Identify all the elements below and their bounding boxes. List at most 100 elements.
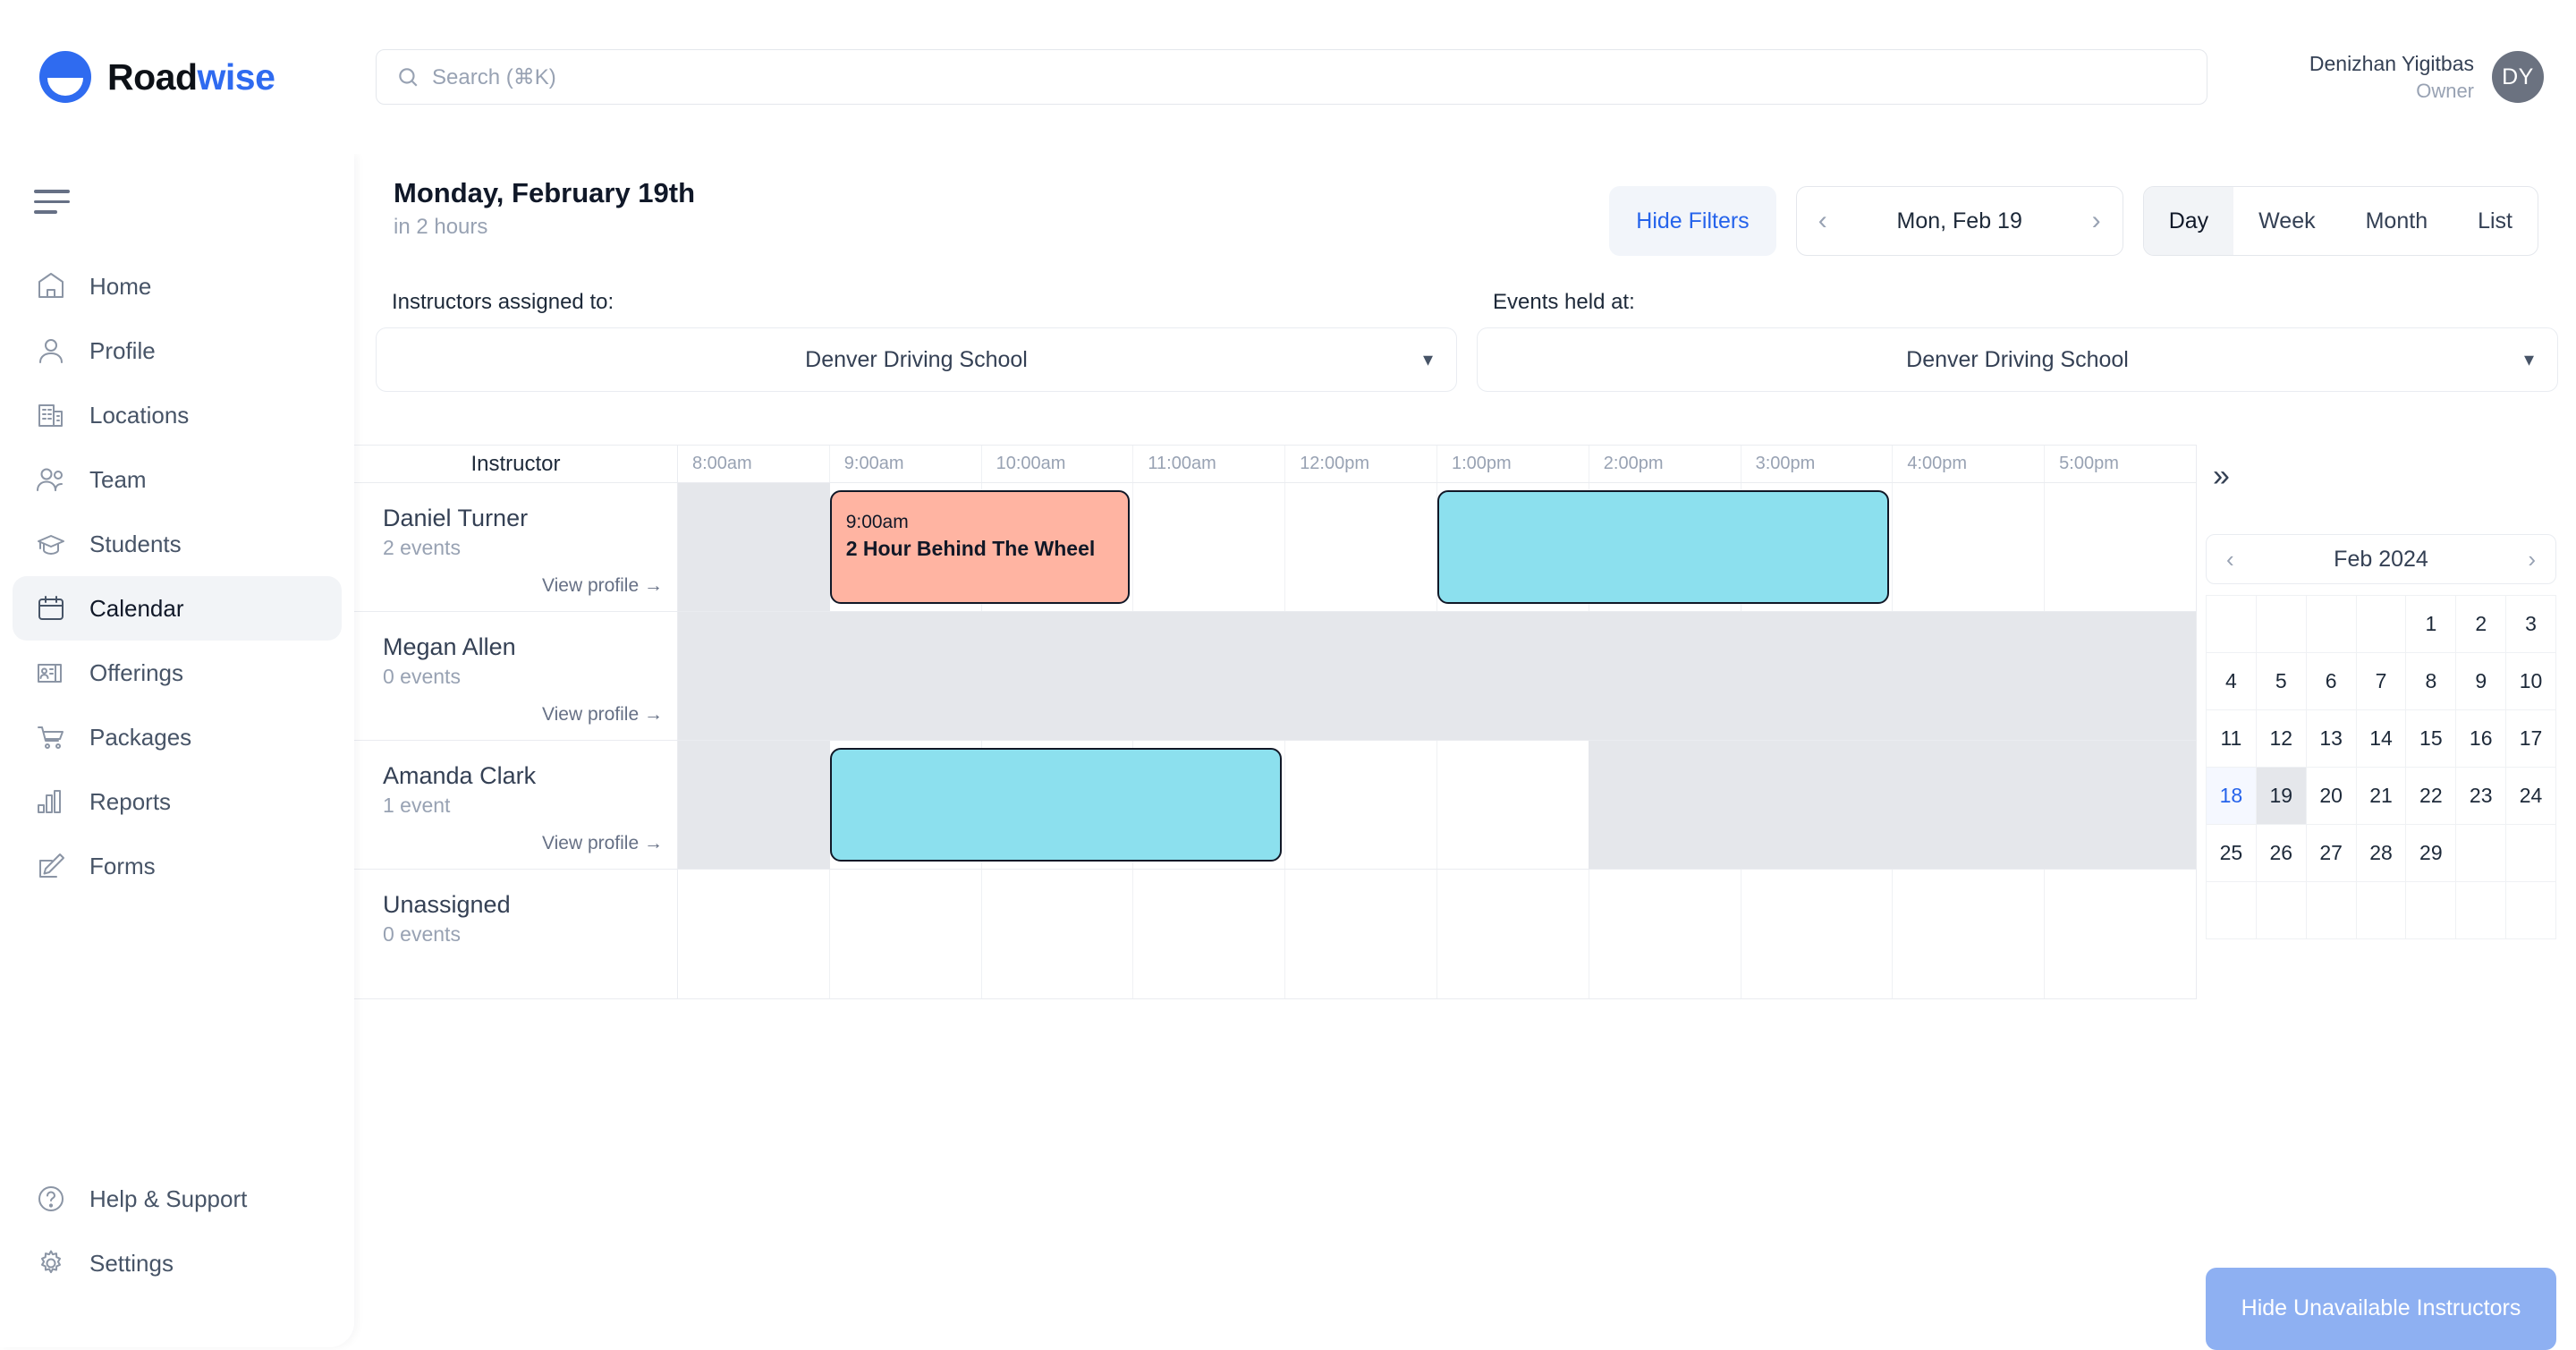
hour-slot[interactable] [1133,483,1286,611]
roadwise-logo-icon [39,51,91,103]
mini-day-25[interactable]: 25 [2207,825,2257,882]
mini-day-29[interactable]: 29 [2406,825,2457,882]
hour-slot[interactable] [982,870,1134,998]
hour-slot[interactable] [1285,870,1437,998]
hour-slot[interactable] [1285,741,1437,869]
hide-unavailable-instructors-button[interactable]: Hide Unavailable Instructors [2206,1268,2556,1350]
sidebar-item-offerings[interactable]: Offerings [13,641,342,705]
user-menu[interactable]: Denizhan Yigitbas Owner DY [2309,0,2544,154]
mini-day-5[interactable]: 5 [2256,653,2307,710]
sidebar-item-team[interactable]: Team [13,447,342,512]
mini-day-7[interactable]: 7 [2356,653,2407,710]
top-bar: Roadwise Search (⌘K) Denizhan Yigitbas O… [0,0,2576,154]
page-header: Monday, February 19th in 2 hours [394,177,695,240]
mini-day-16[interactable]: 16 [2456,710,2507,768]
sidebar-item-label: Help & Support [89,1184,248,1212]
mini-day-9[interactable]: 9 [2456,653,2507,710]
mini-day-3[interactable]: 3 [2506,596,2556,653]
mini-day-4[interactable]: 4 [2207,653,2257,710]
mini-day-1[interactable]: 1 [2406,596,2457,653]
hour-slot[interactable] [2045,870,2196,998]
instructor-lane [678,870,2196,998]
instructor-column-header: Instructor [354,446,678,482]
mini-day-13[interactable]: 13 [2306,710,2357,768]
mini-day-18[interactable]: 18 [2207,768,2257,825]
view-profile-link[interactable]: View profile → [542,575,663,597]
instructor-row: Amanda Clark 1 event View profile → [354,741,2196,870]
view-option-month[interactable]: Month [2341,187,2453,255]
mini-day-6[interactable]: 6 [2306,653,2357,710]
hide-filters-button[interactable]: Hide Filters [1609,186,1776,256]
gear-icon [41,1250,61,1274]
view-profile-link[interactable]: View profile → [542,704,663,726]
hour-slot[interactable] [1437,741,1589,869]
calendar-event[interactable] [1436,490,1889,604]
chevron-left-icon[interactable]: ‹ [1818,208,1827,234]
calendar-event[interactable] [829,748,1282,862]
event-time: 9:00am [845,512,909,532]
chevrons-right-icon[interactable]: » [2213,461,2230,491]
filter-select[interactable]: Denver Driving School ▾ [1477,327,2558,392]
avatar[interactable]: DY [2492,51,2544,103]
app-logo[interactable]: Roadwise [0,51,354,103]
hour-slot[interactable] [2045,483,2196,611]
sidebar-item-forms[interactable]: Forms [13,834,342,898]
search-input[interactable]: Search (⌘K) [376,49,2207,105]
mini-day-8[interactable]: 8 [2406,653,2457,710]
view-option-day[interactable]: Day [2143,187,2234,255]
chevron-right-icon[interactable]: › [2092,208,2101,234]
mini-day-26[interactable]: 26 [2256,825,2307,882]
sidebar-item-label: Packages [89,723,192,751]
view-option-list[interactable]: List [2453,187,2538,255]
sidebar-item-locations[interactable]: Locations [13,383,342,447]
mini-day-blank [2406,882,2457,939]
event-title: 2 Hour Behind The Wheel [845,537,1096,560]
mini-day-22[interactable]: 22 [2406,768,2457,825]
hour-header: 9:00am [830,446,982,482]
sidebar-item-profile[interactable]: Profile [13,318,342,383]
instructor-event-count: 0 events [383,922,461,946]
sidebar-item-students[interactable]: Students [13,512,342,576]
sidebar-item-reports[interactable]: Reports [13,769,342,834]
mini-day-28[interactable]: 28 [2356,825,2407,882]
menu-toggle-icon[interactable] [34,190,73,217]
mini-day-15[interactable]: 15 [2406,710,2457,768]
hour-slot[interactable] [830,870,982,998]
filter-select[interactable]: Denver Driving School ▾ [376,327,1457,392]
mini-day-24[interactable]: 24 [2506,768,2556,825]
mini-day-27[interactable]: 27 [2306,825,2357,882]
mini-day-14[interactable]: 14 [2356,710,2407,768]
mini-day-17[interactable]: 17 [2506,710,2556,768]
hour-slot[interactable] [678,870,830,998]
view-option-week[interactable]: Week [2233,187,2340,255]
sidebar-item-calendar[interactable]: Calendar [13,576,342,641]
user-icon [39,339,63,363]
sidebar-item-help-support[interactable]: Help & Support [13,1167,342,1231]
mini-calendar-month-label: Feb 2024 [2334,546,2428,572]
hour-slot[interactable] [1589,870,1741,998]
mini-day-2[interactable]: 2 [2456,596,2507,653]
hour-slot[interactable] [1133,870,1286,998]
mini-day-10[interactable]: 10 [2506,653,2556,710]
sidebar-item-settings[interactable]: Settings [13,1231,342,1295]
filters-row: Instructors assigned to: Denver Driving S… [376,290,2558,392]
sidebar-item-home[interactable]: Home [13,254,342,318]
hour-slot[interactable] [1893,870,2046,998]
hour-slot[interactable] [1285,483,1437,611]
mini-day-11[interactable]: 11 [2207,710,2257,768]
filter-label: Events held at: [1493,290,1635,314]
hour-slot[interactable] [1741,870,1894,998]
view-profile-link[interactable]: View profile → [542,833,663,854]
mini-next-month-icon[interactable]: › [2528,548,2536,571]
mini-prev-month-icon[interactable]: ‹ [2226,548,2234,571]
mini-day-12[interactable]: 12 [2256,710,2307,768]
bar-chart-icon [38,790,61,813]
mini-day-20[interactable]: 20 [2306,768,2357,825]
mini-day-21[interactable]: 21 [2356,768,2407,825]
mini-day-23[interactable]: 23 [2456,768,2507,825]
mini-day-19[interactable]: 19 [2256,768,2307,825]
calendar-event[interactable]: 9:00am 2 Hour Behind The Wheel [829,490,1131,604]
hour-slot[interactable] [1893,483,2046,611]
sidebar-item-packages[interactable]: Packages [13,705,342,769]
hour-slot[interactable] [1437,870,1589,998]
